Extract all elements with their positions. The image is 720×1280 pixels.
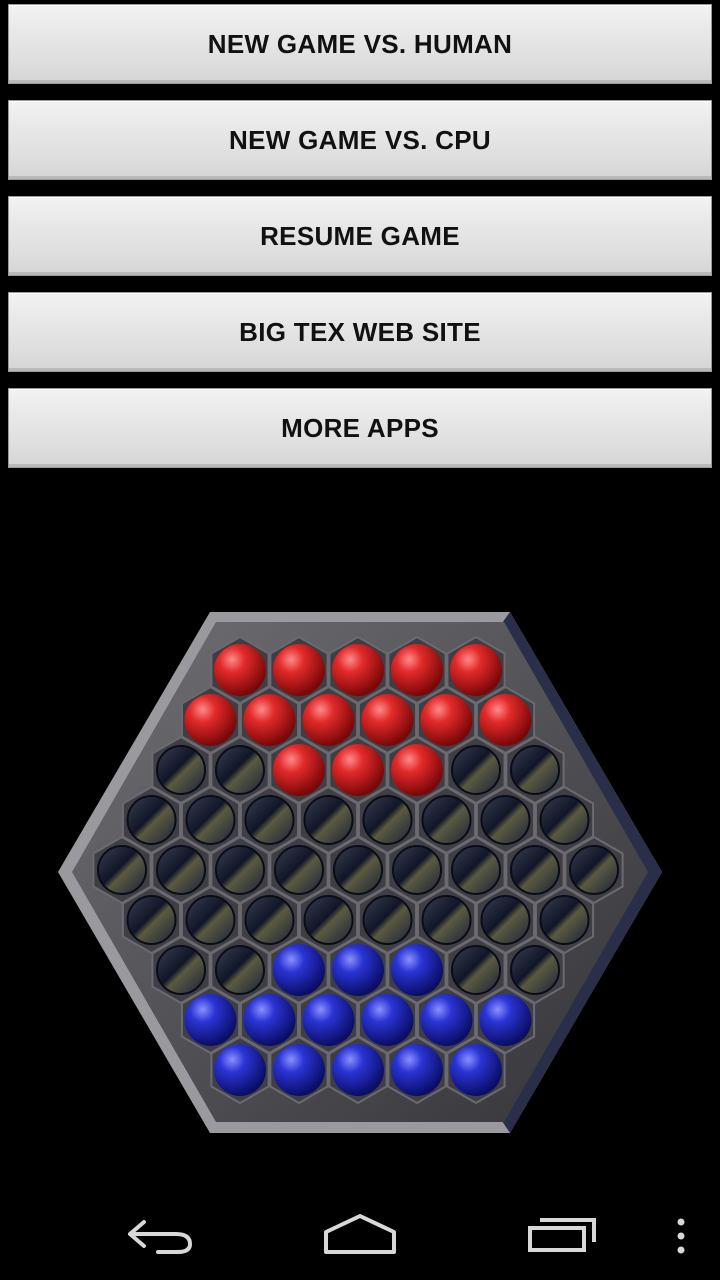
empty-hole[interactable] <box>156 845 206 895</box>
empty-hole[interactable] <box>539 795 590 845</box>
empty-hole[interactable] <box>156 945 206 995</box>
red-marble[interactable] <box>273 744 325 796</box>
blue-marble[interactable] <box>184 994 237 1046</box>
red-marble[interactable] <box>332 644 384 696</box>
empty-hole[interactable] <box>303 795 354 845</box>
red-marble[interactable] <box>332 744 384 796</box>
empty-hole[interactable] <box>451 845 501 895</box>
blue-marble[interactable] <box>214 1044 266 1096</box>
empty-hole[interactable] <box>97 845 147 895</box>
red-marble[interactable] <box>214 644 266 696</box>
empty-hole[interactable] <box>244 895 295 945</box>
blue-marble[interactable] <box>332 944 384 996</box>
blue-marble[interactable] <box>450 1044 502 1096</box>
overflow-menu-icon[interactable] <box>674 1216 688 1256</box>
empty-hole[interactable] <box>274 845 324 895</box>
big-tex-web-site-button[interactable]: BIG TEX WEB SITE <box>8 292 712 372</box>
new-game-vs-human-button[interactable]: NEW GAME VS. HUMAN <box>8 4 712 84</box>
empty-hole[interactable] <box>451 945 501 995</box>
empty-hole[interactable] <box>244 795 295 845</box>
red-marble[interactable] <box>184 694 237 746</box>
blue-marble[interactable] <box>420 994 473 1046</box>
empty-hole[interactable] <box>569 845 619 895</box>
red-marble[interactable] <box>391 744 443 796</box>
empty-hole[interactable] <box>185 895 236 945</box>
red-marble[interactable] <box>273 644 325 696</box>
blue-marble[interactable] <box>273 944 325 996</box>
red-marble[interactable] <box>420 694 473 746</box>
empty-hole[interactable] <box>215 845 265 895</box>
blue-marble[interactable] <box>273 1044 325 1096</box>
red-marble[interactable] <box>243 694 296 746</box>
empty-hole[interactable] <box>421 895 472 945</box>
new-game-vs-cpu-button[interactable]: NEW GAME VS. CPU <box>8 100 712 180</box>
empty-hole[interactable] <box>303 895 354 945</box>
back-icon[interactable] <box>124 1214 196 1258</box>
recent-apps-icon[interactable] <box>526 1216 598 1256</box>
empty-hole[interactable] <box>510 745 560 795</box>
empty-hole[interactable] <box>392 845 442 895</box>
navigation-bar <box>0 1190 720 1280</box>
empty-hole[interactable] <box>333 845 383 895</box>
empty-hole[interactable] <box>510 945 560 995</box>
empty-hole[interactable] <box>215 745 265 795</box>
blue-marble[interactable] <box>332 1044 384 1096</box>
blue-marble[interactable] <box>361 994 414 1046</box>
empty-hole[interactable] <box>156 745 206 795</box>
empty-hole[interactable] <box>421 795 472 845</box>
empty-hole[interactable] <box>539 895 590 945</box>
empty-hole[interactable] <box>480 795 531 845</box>
empty-hole[interactable] <box>215 945 265 995</box>
red-marble[interactable] <box>302 694 355 746</box>
hex-game-board[interactable] <box>0 600 720 1160</box>
empty-hole[interactable] <box>362 895 413 945</box>
blue-marble[interactable] <box>302 994 355 1046</box>
empty-hole[interactable] <box>362 795 413 845</box>
empty-hole[interactable] <box>480 895 531 945</box>
empty-hole[interactable] <box>126 795 177 845</box>
red-marble[interactable] <box>361 694 414 746</box>
blue-marble[interactable] <box>391 1044 443 1096</box>
more-apps-button[interactable]: MORE APPS <box>8 388 712 468</box>
blue-marble[interactable] <box>479 994 532 1046</box>
empty-hole[interactable] <box>451 745 501 795</box>
empty-hole[interactable] <box>510 845 560 895</box>
blue-marble[interactable] <box>243 994 296 1046</box>
home-icon[interactable] <box>322 1212 398 1256</box>
blue-marble[interactable] <box>391 944 443 996</box>
red-marble[interactable] <box>391 644 443 696</box>
empty-hole[interactable] <box>126 895 177 945</box>
red-marble[interactable] <box>479 694 532 746</box>
resume-game-button[interactable]: RESUME GAME <box>8 196 712 276</box>
empty-hole[interactable] <box>185 795 236 845</box>
red-marble[interactable] <box>450 644 502 696</box>
